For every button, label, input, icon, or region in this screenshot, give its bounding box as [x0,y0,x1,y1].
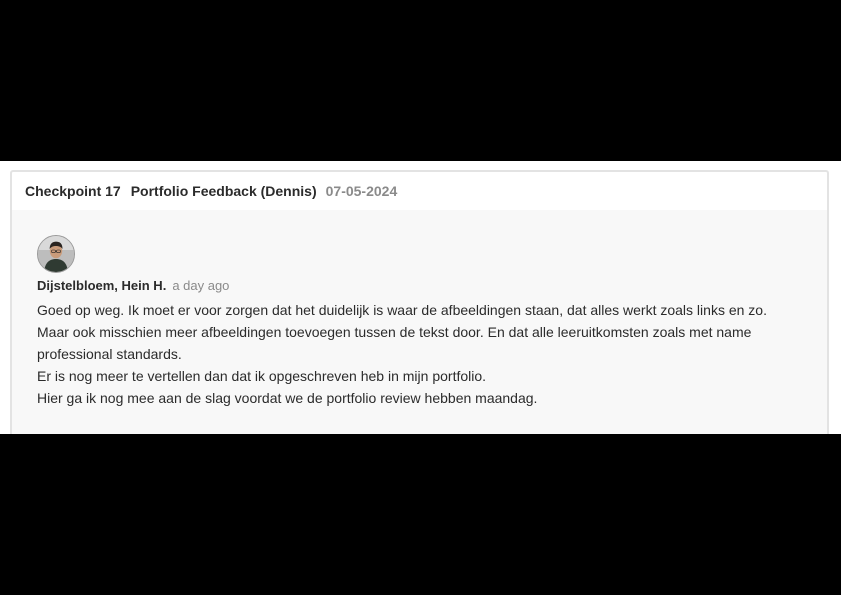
author-name[interactable]: Dijstelbloem, Hein H. [37,278,166,293]
comment: Dijstelbloem, Hein H. a day ago Goed op w… [12,210,827,434]
letterbox-bottom [0,434,841,595]
card-header: Checkpoint 17 Portfolio Feedback (Dennis… [12,172,827,210]
content-area: Checkpoint 17 Portfolio Feedback (Dennis… [0,161,841,434]
comment-line: Maar ook misschien meer afbeeldingen toe… [37,324,752,340]
feedback-card: Checkpoint 17 Portfolio Feedback (Dennis… [10,170,829,434]
card-date: 07-05-2024 [325,183,398,199]
comment-line: Er is nog meer te vertellen dan dat ik o… [37,368,487,384]
timestamp: a day ago [172,278,230,293]
card-title[interactable]: Portfolio Feedback (Dennis) [131,183,317,199]
user-avatar-icon [38,236,74,272]
comment-line: Goed op weg. Ik moet er voor zorgen dat … [37,302,767,318]
comment-line: Hier ga ik nog mee aan de slag voordat w… [37,390,538,406]
letterbox-top [0,0,841,161]
comment-line: professional standards. [37,346,182,362]
avatar[interactable] [37,235,75,273]
comment-meta: Dijstelbloem, Hein H. a day ago [37,278,229,293]
comment-text: Goed op weg. Ik moet er voor zorgen dat … [37,299,817,409]
checkpoint-label: Checkpoint 17 [25,183,121,199]
